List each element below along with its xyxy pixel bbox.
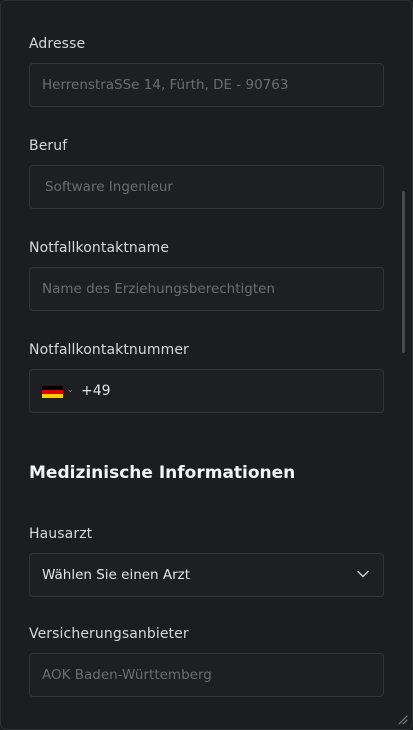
emergency-name-label: Notfallkontaktname (29, 240, 170, 256)
address-placeholder: HerrenstraSSe 14, Fürth, DE - 90763 (42, 77, 289, 93)
vertical-scrollbar[interactable] (402, 191, 405, 353)
emergency-name-input[interactable]: Name des Erziehungsberechtigten (29, 267, 384, 311)
physician-selected-value: Wählen Sie einen Arzt (42, 567, 191, 583)
emergency-number-input[interactable]: ⌄ +49 (29, 369, 384, 413)
chevron-down-icon[interactable] (357, 570, 369, 578)
address-input[interactable]: HerrenstraSSe 14, Fürth, DE - 90763 (29, 63, 384, 107)
resize-grip-icon[interactable] (396, 713, 408, 725)
emergency-name-placeholder: Name des Erziehungsberechtigten (42, 281, 275, 297)
address-label: Adresse (29, 36, 86, 52)
emergency-number-label: Notfallkontaktnummer (29, 342, 189, 358)
section-title-medical: Medizinische Informationen (29, 463, 296, 483)
dial-code: +49 (81, 383, 111, 399)
insurance-label: Versicherungsanbieter (29, 626, 189, 642)
insurance-placeholder: AOK Baden-Württemberg (42, 667, 212, 683)
physician-select[interactable]: Wählen Sie einen Arzt (29, 553, 384, 597)
occupation-input[interactable]: Software Ingenieur (29, 165, 384, 209)
country-chevron-icon[interactable]: ⌄ (67, 385, 74, 394)
germany-flag-icon[interactable] (42, 386, 63, 398)
physician-label: Hausarzt (29, 526, 93, 542)
form-panel: Adresse HerrenstraSSe 14, Fürth, DE - 90… (0, 0, 413, 730)
occupation-label: Beruf (29, 138, 68, 154)
insurance-input[interactable]: AOK Baden-Württemberg (29, 653, 384, 697)
occupation-placeholder: Software Ingenieur (45, 179, 173, 195)
